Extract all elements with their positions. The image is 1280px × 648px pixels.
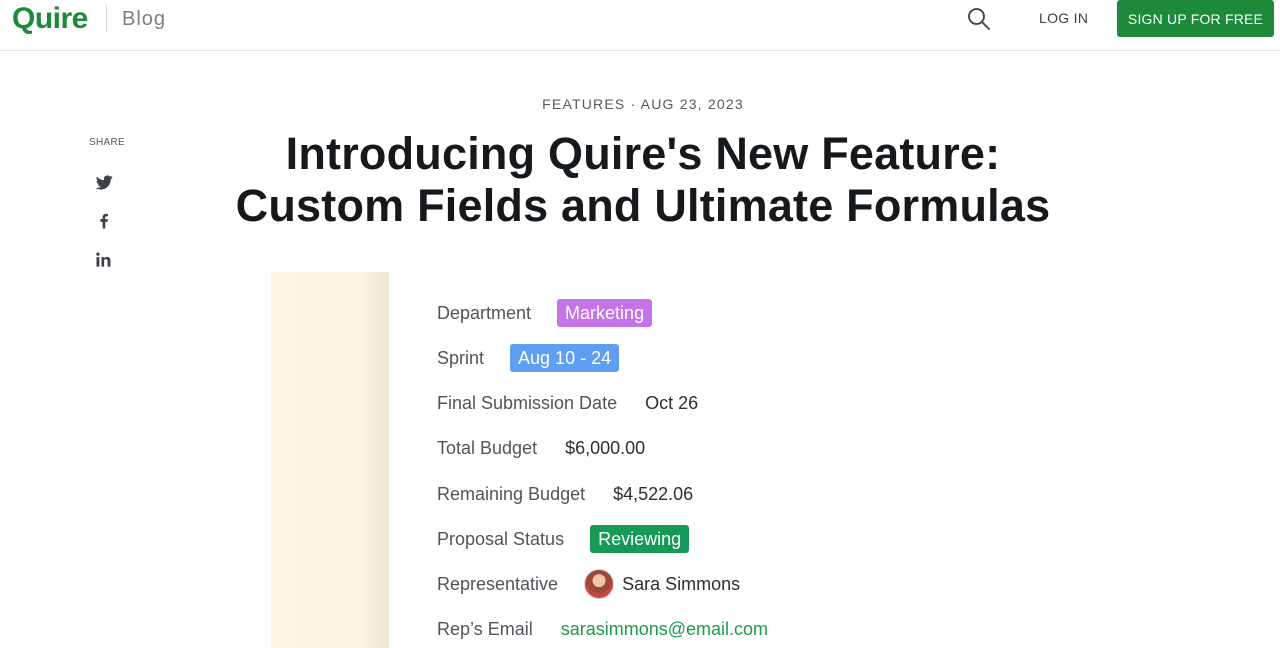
field-value: Oct 26 [645, 392, 699, 413]
field-row-final-submission: Final Submission Date Oct 26 [437, 388, 698, 418]
article-meta: FEATURES · AUG 23, 2023 [542, 96, 744, 112]
linkedin-icon [96, 252, 111, 267]
field-row-representative: Representative Sara Simmons [437, 569, 740, 599]
linkedin-share-button[interactable] [94, 250, 114, 270]
search-icon [968, 8, 990, 30]
field-label: Sprint [437, 347, 485, 368]
signup-button[interactable]: SIGN UP FOR FREE [1117, 0, 1274, 37]
field-row-remaining-budget: Remaining Budget $4,522.06 [437, 479, 693, 509]
field-row-sprint: Sprint Aug 10 - 24 [437, 343, 620, 373]
status-badge: Reviewing [590, 525, 690, 553]
field-value: $6,000.00 [565, 437, 646, 458]
field-label: Proposal Status [437, 528, 565, 549]
article-title: Introducing Quire's New Feature: Custom … [0, 128, 1280, 232]
title-line-1: Introducing Quire's New Feature: [285, 128, 1001, 179]
avatar [584, 569, 615, 599]
sprint-tag: Aug 10 - 24 [510, 344, 620, 372]
logo-divider [106, 5, 107, 33]
blog-link[interactable]: Blog [122, 7, 166, 31]
field-row-reps-email: Rep’s Email sarasimmons@email.com [437, 614, 768, 644]
field-row-department: Department Marketing [437, 298, 653, 328]
field-label: Representative [437, 573, 559, 594]
representative-name: Sara Simmons [622, 573, 741, 594]
login-link[interactable]: LOG IN [1039, 10, 1088, 26]
email-value: sarasimmons@email.com [560, 618, 769, 639]
field-label: Rep’s Email [437, 618, 533, 639]
quire-logo[interactable]: Quire [12, 3, 88, 35]
title-line-2: Custom Fields and Ultimate Formulas [235, 180, 1051, 231]
field-label: Remaining Budget [437, 483, 586, 504]
field-label: Final Submission Date [437, 392, 618, 413]
field-label: Total Budget [437, 437, 538, 458]
top-navigation: Quire Blog LOG IN SIGN UP FOR FREE [0, 0, 1280, 51]
field-label: Department [437, 302, 532, 323]
hero-image: Department Marketing Sprint Aug 10 - 24 … [271, 272, 1280, 648]
department-tag: Marketing [557, 299, 653, 327]
field-row-proposal-status: Proposal Status Reviewing [437, 524, 690, 554]
hero-side-strip [271, 272, 389, 648]
field-value: $4,522.06 [613, 483, 694, 504]
search-button[interactable] [966, 6, 992, 32]
field-row-total-budget: Total Budget $6,000.00 [437, 433, 645, 463]
